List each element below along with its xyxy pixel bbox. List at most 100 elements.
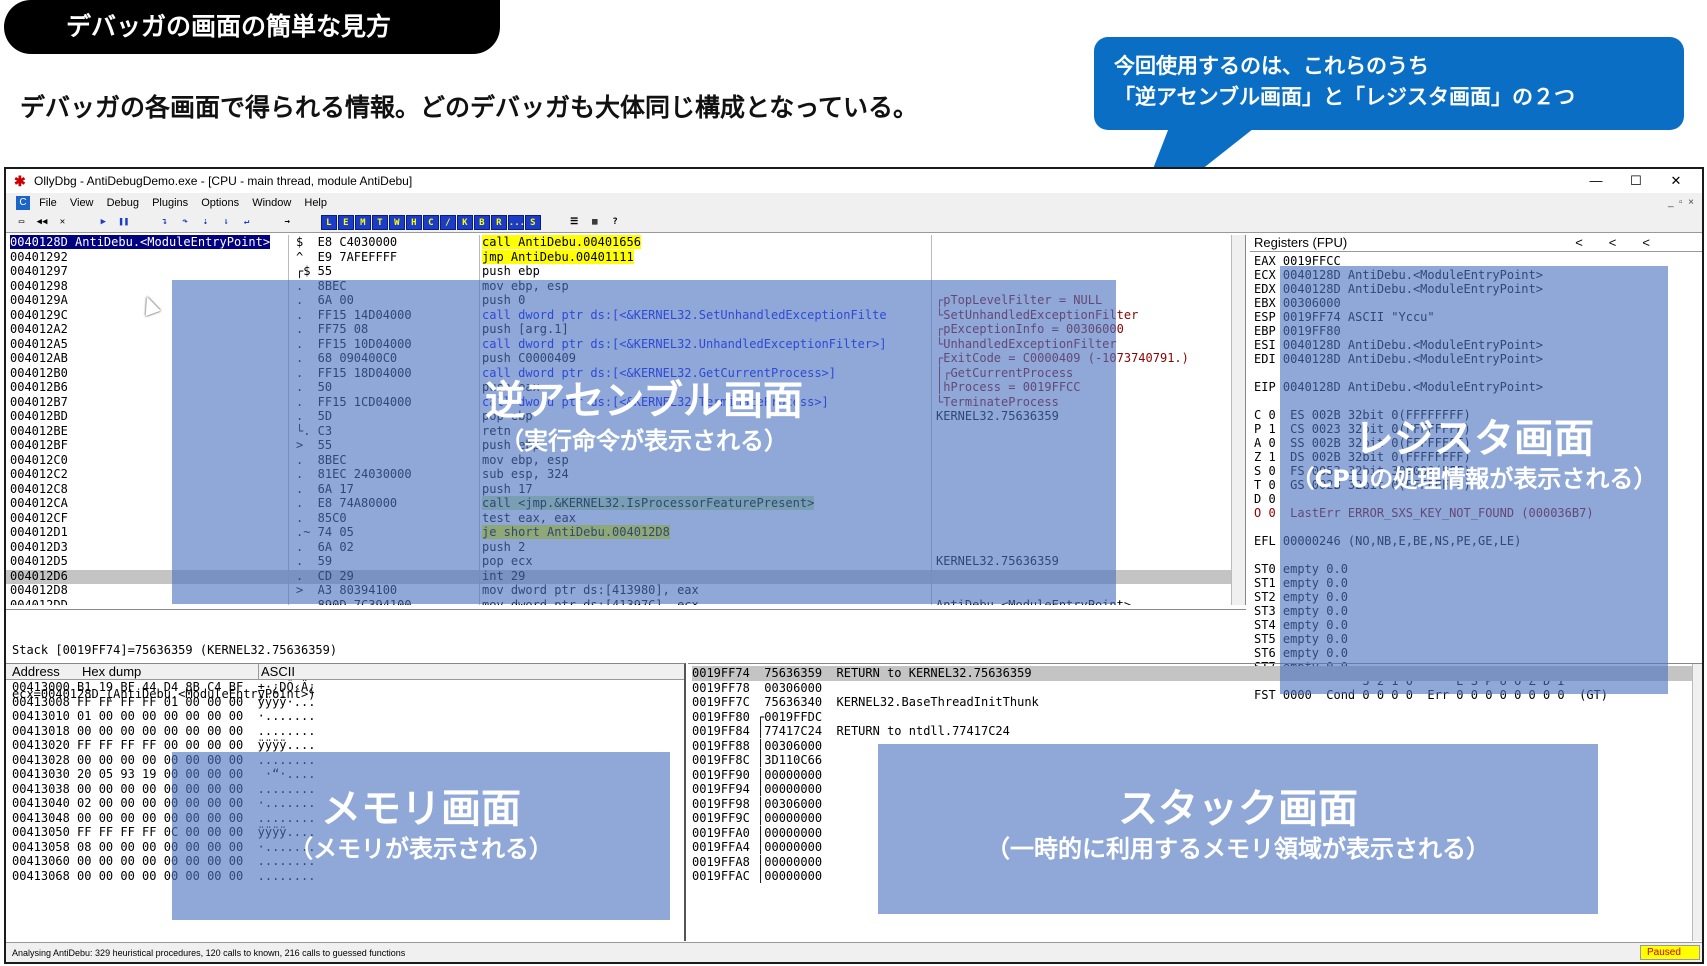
menu-debug[interactable]: Debug bbox=[107, 197, 139, 209]
stack-overlay: スタック画面 （一時的に利用するメモリ領域が表示される） bbox=[878, 744, 1598, 914]
menu-window[interactable]: Window bbox=[252, 197, 291, 209]
disasm-overlay: 逆アセンブル画面 （実行命令が表示される） bbox=[172, 280, 1116, 604]
step-over-icon[interactable]: ↷ bbox=[178, 215, 193, 230]
status-bar: Analysing AntiDebu: 329 heuristical proc… bbox=[6, 942, 1702, 962]
step-into-icon[interactable]: ↴ bbox=[157, 215, 172, 230]
stack-overlay-desc: （一時的に利用するメモリ領域が表示される） bbox=[986, 835, 1490, 863]
info-pane: Stack [0019FF74]=75636359 (KERNEL32.7563… bbox=[6, 609, 1246, 701]
close-icon[interactable]: ✕ bbox=[1656, 169, 1696, 193]
toolbar-references-button[interactable]: R bbox=[490, 215, 507, 230]
cpu-window-icon[interactable]: C bbox=[16, 196, 30, 211]
window-title: OllyDbg - AntiDebugDemo.exe - [CPU - mai… bbox=[34, 174, 413, 188]
dump-row[interactable]: 00413020 FF FF FF FF 00 00 00 00 ÿÿÿÿ...… bbox=[12, 738, 684, 753]
toolbar-memory-button[interactable]: M bbox=[354, 215, 371, 230]
disasm-instruction-row[interactable]: jmp AntiDebu.00401111 bbox=[482, 249, 932, 265]
menu-file[interactable]: File bbox=[39, 197, 57, 209]
toolbar-breakpoints-button[interactable]: B bbox=[473, 215, 490, 230]
toolbar: ▭ ◀◀ ✕ ▶ ❚❚ ↴ ↷ ⇣ ⇂ ↵ → L E M T W H C / K B R... S … bbox=[6, 213, 1702, 233]
menu-plugins[interactable]: Plugins bbox=[152, 197, 188, 209]
dump-header-hex[interactable]: Hex dump bbox=[82, 664, 141, 680]
toolbar-callstack-button[interactable]: K bbox=[456, 215, 473, 230]
dump-header-address[interactable]: Address bbox=[12, 664, 60, 680]
run-icon[interactable]: ▶ bbox=[96, 215, 111, 230]
disasm-comment-row[interactable] bbox=[936, 235, 1246, 250]
disasm-hex-row[interactable]: ^ E9 7AFEFFFF bbox=[296, 250, 446, 265]
memory-overlay: メモリ画面 （メモリが表示される） bbox=[172, 752, 670, 920]
disasm-instruction-row[interactable]: push ebp bbox=[482, 264, 932, 279]
stack-row[interactable]: 0019FF80 ┌0019FFDC bbox=[692, 710, 1702, 725]
disasm-address-row[interactable]: 00401297 bbox=[10, 264, 290, 279]
ollydbg-bug-icon: ✱ bbox=[14, 173, 26, 189]
help-icon[interactable]: ? bbox=[608, 215, 623, 230]
dump-header-ascii[interactable]: ASCII bbox=[258, 664, 295, 680]
toolbar-windows-button[interactable]: W bbox=[388, 215, 405, 230]
stack-row[interactable]: 0019FF7C 75636340 KERNEL32.BaseThreadIni… bbox=[692, 695, 1702, 710]
goto-icon[interactable]: → bbox=[280, 215, 295, 230]
stack-scrollbar[interactable] bbox=[1692, 664, 1702, 941]
disasm-hex-row[interactable]: ┌$ 55 bbox=[296, 264, 446, 279]
disasm-instruction-row[interactable]: call AntiDebu.00401656 bbox=[482, 235, 932, 250]
appearance-icon[interactable]: ▦ bbox=[587, 215, 602, 230]
paused-status-badge: Paused bbox=[1640, 945, 1700, 960]
minimize-icon[interactable]: — bbox=[1576, 169, 1616, 193]
list-icon[interactable]: ☰ bbox=[567, 215, 582, 230]
mdi-controls[interactable]: _ ▫ × bbox=[1668, 193, 1694, 213]
disasm-comment-row[interactable] bbox=[936, 264, 1246, 279]
disasm-comment-row[interactable] bbox=[936, 250, 1246, 265]
menu-help[interactable]: Help bbox=[304, 197, 327, 209]
stack-overlay-title: スタック画面 bbox=[1118, 786, 1358, 832]
trace-into-icon[interactable]: ⇣ bbox=[198, 215, 213, 230]
instruction-text: call AntiDebu.00401656 bbox=[482, 235, 641, 249]
register-overlay-title: レジスタ画面 bbox=[1354, 416, 1594, 462]
disasm-scrollbar[interactable] bbox=[1231, 235, 1245, 605]
toolbar-cpu-button[interactable]: C bbox=[422, 215, 439, 230]
slide-title: デバッガの画面の簡単な見方 bbox=[4, 0, 500, 54]
disasm-hex-row[interactable]: $ E8 C4030000 bbox=[296, 235, 446, 250]
window-titlebar: ✱ OllyDbg - AntiDebugDemo.exe - [CPU - m… bbox=[6, 169, 1702, 193]
register-overlay: レジスタ画面 （CPUの処理情報が表示される） bbox=[1280, 266, 1668, 694]
disasm-address-row[interactable]: 00401292 bbox=[10, 250, 290, 265]
menu-view[interactable]: View bbox=[70, 197, 94, 209]
instruction-text: push ebp bbox=[482, 264, 540, 278]
dump-header: Address Hex dump ASCII bbox=[6, 664, 684, 680]
disasm-overlay-desc: （実行命令が表示される） bbox=[500, 427, 788, 455]
trace-over-icon[interactable]: ⇂ bbox=[219, 215, 234, 230]
menubar: C File View Debug Plugins Options Window… bbox=[6, 193, 1702, 213]
open-icon[interactable]: ▭ bbox=[14, 215, 29, 230]
callout-line-1: 今回使用するのは、これらのうち bbox=[1114, 54, 1429, 78]
toolbar-runtrace-button[interactable]: ... bbox=[507, 215, 525, 230]
toolbar-threads-button[interactable]: T bbox=[371, 215, 388, 230]
instruction-text: jmp AntiDebu.00401111 bbox=[482, 249, 634, 264]
dump-row[interactable]: 00413000 B1 19 BF 44 D4 8B C4 BF ±·¿DÔ‹Ä… bbox=[12, 680, 684, 695]
registers-header-label: Registers (FPU) bbox=[1254, 235, 1348, 250]
toolbar-modules-button[interactable]: E bbox=[337, 215, 354, 230]
maximize-icon[interactable]: ☐ bbox=[1616, 169, 1656, 193]
close-program-icon[interactable]: ✕ bbox=[55, 215, 70, 230]
memory-overlay-desc: （メモリが表示される） bbox=[289, 835, 553, 863]
callout-line-2: 「逆アセンブル画面」と「レジスタ画面」の２つ bbox=[1114, 85, 1575, 109]
dump-row[interactable]: 00413008 FF FF FF FF 01 00 00 00 ÿÿÿÿ·..… bbox=[12, 695, 684, 710]
dump-row[interactable]: 00413010 01 00 00 00 00 00 00 00 ·......… bbox=[12, 709, 684, 724]
slide-subtitle: デバッガの各画面で得られる情報。どのデバッガも大体同じ構成となっている。 bbox=[20, 93, 919, 122]
toolbar-log-button[interactable]: L bbox=[320, 215, 337, 230]
registers-nav-arrows[interactable]: <<< bbox=[1575, 235, 1702, 251]
status-text: Analysing AntiDebu: 329 heuristical proc… bbox=[12, 948, 406, 958]
restart-icon[interactable]: ◀◀ bbox=[34, 215, 49, 230]
toolbar-source-button[interactable]: S bbox=[524, 215, 541, 230]
memory-overlay-title: メモリ画面 bbox=[321, 786, 521, 832]
stack-row[interactable]: 0019FF84 │77417C24 RETURN to ntdll.77417… bbox=[692, 724, 1702, 739]
registers-header[interactable]: Registers (FPU) <<< bbox=[1250, 235, 1702, 252]
disasm-address-row[interactable]: 0040128D AntiDebu.<ModuleEntryPoint> bbox=[10, 235, 290, 250]
pause-icon[interactable]: ❚❚ bbox=[116, 215, 131, 230]
dump-row[interactable]: 00413018 00 00 00 00 00 00 00 00 .......… bbox=[12, 724, 684, 739]
toolbar-patches-button[interactable]: / bbox=[439, 215, 456, 230]
window-controls: — ☐ ✕ bbox=[1576, 169, 1696, 193]
disasm-overlay-title: 逆アセンブル画面 bbox=[485, 378, 803, 424]
callout-box: 今回使用するのは、これらのうち 「逆アセンブル画面」と「レジスタ画面」の２つ bbox=[1094, 37, 1684, 130]
current-eip-address[interactable]: 0040128D AntiDebu.<ModuleEntryPoint> bbox=[10, 235, 271, 249]
menu-options[interactable]: Options bbox=[201, 197, 239, 209]
execute-till-return-icon[interactable]: ↵ bbox=[239, 215, 254, 230]
info-line-1: Stack [0019FF74]=75636359 (KERNEL32.7563… bbox=[12, 643, 338, 657]
register-overlay-desc: （CPUの処理情報が表示される） bbox=[1290, 465, 1658, 493]
toolbar-handles-button[interactable]: H bbox=[405, 215, 422, 230]
